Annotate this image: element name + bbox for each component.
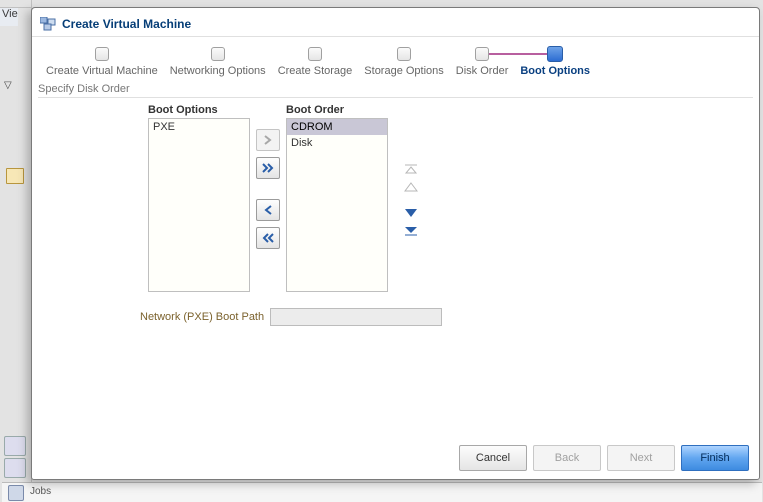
wizard-step-indicator[interactable] (95, 47, 109, 61)
folder-icon (6, 168, 24, 184)
wizard-step-label[interactable]: Storage Options (364, 65, 444, 77)
jobs-gear-icon (8, 485, 24, 501)
boot-order-label: Boot Order (286, 104, 388, 116)
wizard-step-indicator[interactable] (308, 47, 322, 61)
chevron-right-icon (263, 135, 273, 145)
move-all-left-button[interactable] (256, 227, 280, 249)
section-heading: Specify Disk Order (38, 83, 759, 95)
triangle-down-icon (404, 208, 418, 218)
back-button-label: Back (555, 452, 579, 464)
wizard-steps: Create Virtual Machine Networking Options… (40, 49, 751, 77)
move-bottom-icon (404, 226, 418, 236)
boot-order-listbox[interactable]: CDROMDisk (286, 118, 388, 292)
create-vm-wizard-dialog: Create Virtual Machine Create Virtual Ma… (31, 7, 760, 480)
wizard-step-label[interactable]: Boot Options (520, 65, 590, 77)
wizard-step-label[interactable]: Create Virtual Machine (46, 65, 158, 77)
pxe-boot-path-label: Network (PXE) Boot Path (140, 311, 264, 323)
wizard-step-indicator[interactable] (475, 47, 489, 61)
wizard-step-label[interactable]: Create Storage (278, 65, 353, 77)
triangle-up-icon (404, 182, 418, 192)
jobs-label: Jobs (30, 486, 51, 497)
move-bottom-button[interactable] (402, 224, 420, 238)
finish-button-label: Finish (700, 452, 729, 464)
list-item[interactable]: CDROM (287, 119, 387, 135)
move-down-button[interactable] (402, 206, 420, 220)
wizard-window-icon (40, 17, 56, 31)
move-top-icon (404, 164, 418, 174)
wizard-title: Create Virtual Machine (62, 17, 191, 31)
move-all-right-button[interactable] (256, 157, 280, 179)
view-tab-fragment: Vie (2, 8, 18, 20)
wizard-step-indicator[interactable] (547, 46, 563, 62)
next-button-label: Next (630, 452, 653, 464)
move-left-button[interactable] (256, 199, 280, 221)
boot-options-label: Boot Options (148, 104, 250, 116)
cancel-button-label: Cancel (476, 452, 510, 464)
finish-button[interactable]: Finish (681, 445, 749, 471)
wizard-titlebar: Create Virtual Machine (32, 8, 759, 37)
double-chevron-right-icon (262, 163, 274, 173)
list-item[interactable]: PXE (149, 119, 249, 135)
move-right-button[interactable] (256, 129, 280, 151)
tree-toggle-icon: ▽ (4, 80, 12, 91)
boot-options-listbox[interactable]: PXE (148, 118, 250, 292)
wizard-step-label[interactable]: Networking Options (170, 65, 266, 77)
perspective-icon-1 (4, 436, 26, 456)
list-item[interactable]: Disk (287, 135, 387, 151)
chevron-left-icon (263, 205, 273, 215)
wizard-step-indicator[interactable] (397, 47, 411, 61)
cancel-button[interactable]: Cancel (459, 445, 527, 471)
jobs-bar: Jobs (2, 482, 762, 502)
background-app-strip: Vie ▽ (0, 0, 32, 502)
move-top-button[interactable] (402, 162, 420, 176)
move-up-button[interactable] (402, 180, 420, 194)
wizard-step-indicator[interactable] (211, 47, 225, 61)
wizard-step-connector (489, 53, 547, 55)
next-button[interactable]: Next (607, 445, 675, 471)
back-button[interactable]: Back (533, 445, 601, 471)
double-chevron-left-icon (262, 233, 274, 243)
wizard-step-label[interactable]: Disk Order (456, 65, 509, 77)
pxe-boot-path-input[interactable] (270, 308, 442, 326)
perspective-icon-2 (4, 458, 26, 478)
